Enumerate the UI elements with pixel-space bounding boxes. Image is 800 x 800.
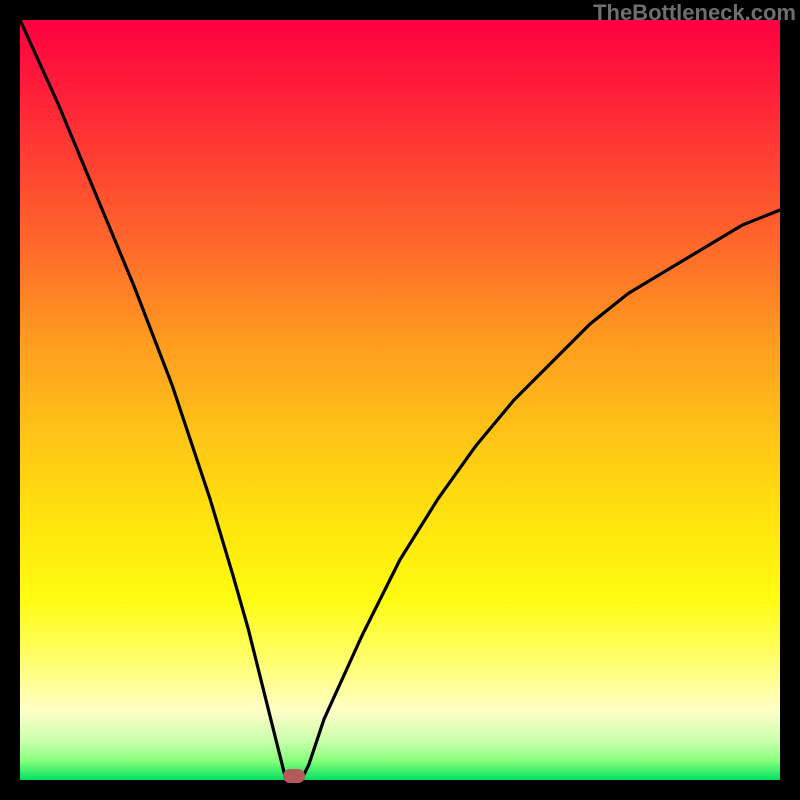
curve-layer xyxy=(20,20,780,780)
plot-area xyxy=(20,20,780,780)
watermark-text: TheBottleneck.com xyxy=(593,0,796,26)
bottleneck-curve xyxy=(20,20,780,780)
chart-frame: TheBottleneck.com xyxy=(0,0,800,800)
optimum-marker xyxy=(283,769,305,783)
